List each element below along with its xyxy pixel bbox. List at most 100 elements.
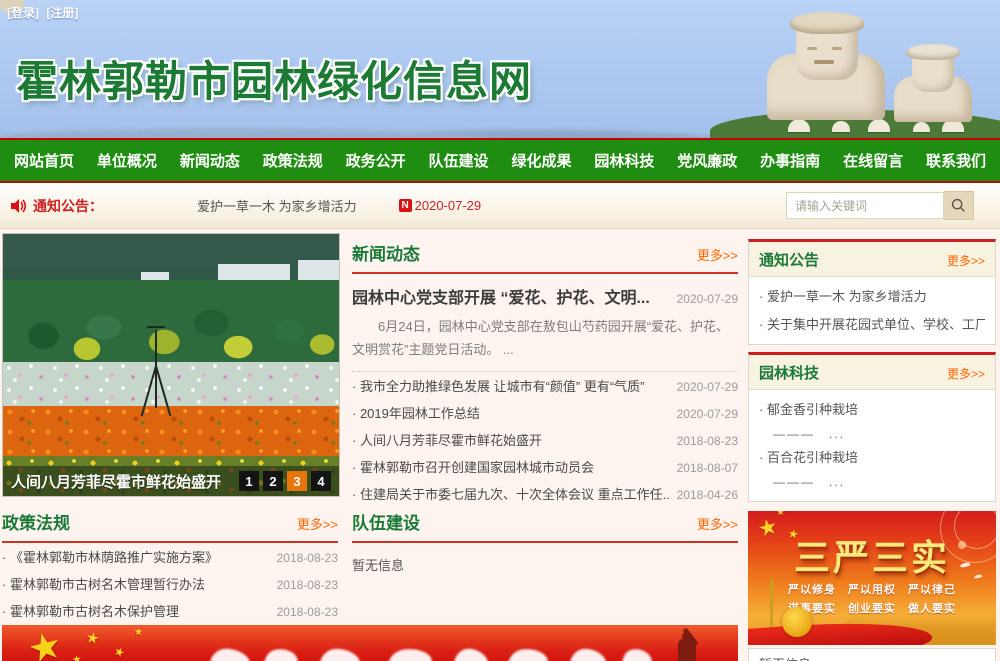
news-item-link[interactable]: 2019年园林工作总结: [352, 403, 669, 422]
topbar-links: [登录] [注册]: [7, 4, 82, 21]
carousel-art-pink-flowers: [3, 362, 339, 406]
nav-item-gov-affairs[interactable]: 政务公开: [346, 150, 406, 171]
hills-backdrop: [0, 118, 760, 138]
star-icon: [776, 511, 785, 518]
news-item-link[interactable]: 我市全力助推绿色发展 让城市有“颜值” 更有“气质”: [352, 376, 669, 395]
policy-list-item: 《霍林郭勒市林荫路推广实施方案》 2018-08-23: [2, 547, 338, 574]
news-section: 新闻动态 更多>> 园林中心党支部开展 “爱花、护花、文明... 2020-07…: [352, 240, 738, 511]
nav-item-contact[interactable]: 联系我们: [926, 150, 986, 171]
banner-title: 三严三实: [748, 529, 996, 581]
notice-box-item[interactable]: 关于集中开展花园式单位、学校、工厂...: [759, 311, 985, 339]
policy-item-date: 2018-08-23: [277, 605, 338, 619]
calligraphy-decoration: [569, 647, 607, 661]
yurt-dome: [913, 122, 930, 132]
news-item-date: 2020-07-29: [677, 380, 738, 394]
tech-box-item-sub: ——— ...: [759, 424, 985, 444]
tech-box-more-link[interactable]: 更多>>: [947, 365, 985, 382]
carousel-caption-link[interactable]: 人间八月芳菲尽霍市鲜花始盛开: [11, 471, 221, 492]
photo-carousel[interactable]: 人间八月芳菲尽霍市鲜花始盛开 1 2 3 4: [2, 233, 340, 497]
carousel-pager: 1 2 3 4: [239, 471, 331, 491]
search-button[interactable]: [944, 191, 974, 220]
bottom-right-box: 暂无信息: [748, 648, 996, 661]
policy-item-link[interactable]: 《霍林郭勒市林荫路推广实施方案》: [2, 547, 269, 566]
carousel-page-1[interactable]: 1: [239, 471, 259, 491]
page: [登录] [注册] 霍林郭勒市园林绿化信息网 网站首页 单位概况 新闻动态 政策…: [0, 0, 1000, 661]
notice-box-item[interactable]: 爱护一草一木 为家乡增活力: [759, 283, 985, 311]
nav-item-home[interactable]: 网站首页: [14, 150, 74, 171]
notice-scroll-link[interactable]: 爱护一草一木 为家乡增活力: [197, 196, 357, 215]
nav-item-about[interactable]: 单位概况: [97, 150, 157, 171]
site-title: 霍林郭勒市园林绿化信息网: [16, 48, 532, 109]
carousel-art-sprinkler: [155, 330, 157, 408]
notice-box: 通知公告 更多>> 爱护一草一木 为家乡增活力 关于集中开展花园式单位、学校、工…: [748, 239, 996, 345]
tech-box-body: 郁金香引种栽培 ——— ... 百合花引种栽培 ——— ...: [749, 390, 995, 500]
featured-article-title[interactable]: 园林中心党支部开展 “爱花、护花、文明...: [352, 284, 669, 308]
news-item-link[interactable]: 住建局关于市委七届九次、十次全体会议 重点工作任...: [352, 484, 669, 503]
team-header: 队伍建设 更多>>: [352, 509, 738, 534]
nav-item-tech[interactable]: 园林科技: [594, 150, 654, 171]
register-link[interactable]: [注册]: [46, 6, 78, 20]
calligraphy-decoration: [507, 648, 549, 661]
calligraphy-decoration: [319, 648, 361, 661]
search-input[interactable]: [786, 192, 944, 219]
news-list-item: 人间八月芳菲尽霍市鲜花始盛开 2018-08-23: [352, 430, 738, 457]
notice-box-header: 通知公告 更多>>: [749, 242, 995, 277]
divider: [352, 272, 738, 274]
nav-item-guide[interactable]: 办事指南: [760, 150, 820, 171]
tech-box-item-sub: ——— ...: [759, 472, 985, 492]
nav-item-message[interactable]: 在线留言: [843, 150, 903, 171]
site-header: [登录] [注册] 霍林郭勒市园林绿化信息网: [0, 0, 1000, 138]
login-link[interactable]: [登录]: [7, 6, 39, 20]
news-list-item: 霍林郭勒市召开创建国家园林城市动员会 2018-08-07: [352, 457, 738, 484]
divider: [2, 541, 338, 543]
team-more-link[interactable]: 更多>>: [697, 514, 738, 533]
notice-box-body: 爱护一草一木 为家乡增活力 关于集中开展花园式单位、学校、工厂...: [749, 277, 995, 347]
nav-item-greening[interactable]: 绿化成果: [511, 150, 571, 171]
nav-item-party[interactable]: 党风廉政: [677, 150, 737, 171]
statue-hat: [790, 12, 864, 34]
worker-statue-silhouette: [678, 639, 696, 661]
carousel-page-2[interactable]: 2: [263, 471, 283, 491]
carousel-art-trees: [3, 280, 339, 366]
carousel-page-4[interactable]: 4: [311, 471, 331, 491]
tech-box: 园林科技 更多>> 郁金香引种栽培 ——— ... 百合花引种栽培 ——— ..…: [748, 352, 996, 502]
nav-item-policy[interactable]: 政策法规: [263, 150, 323, 171]
notice-box-more-link[interactable]: 更多>>: [947, 252, 985, 269]
calligraphy-decoration: [452, 647, 490, 661]
sanyan-sanshi-banner[interactable]: 三严三实 严以修身 严以用权 严以律己 谋事要实 创业要实 做人要实: [748, 511, 996, 645]
featured-article-summary: 6月24日，园林中心党支部在敖包山芍药园开展“爱花、护花、文明赏花”主题党日活动…: [352, 316, 738, 362]
policy-list-item: 霍林郭勒市古树名木管理暂行办法 2018-08-23: [2, 574, 338, 601]
nav-item-news[interactable]: 新闻动态: [180, 150, 240, 171]
policy-item-link[interactable]: 霍林郭勒市古树名木保护管理: [2, 601, 269, 620]
tech-box-header: 园林科技 更多>>: [749, 355, 995, 390]
calligraphy-decoration: [387, 647, 433, 661]
news-item-link[interactable]: 霍林郭勒市召开创建国家园林城市动员会: [352, 457, 669, 476]
star-icon: [71, 652, 83, 661]
policy-item-link[interactable]: 霍林郭勒市古树名木管理暂行办法: [2, 574, 269, 593]
tech-box-item[interactable]: 百合花引种栽培: [759, 444, 985, 472]
news-item-date: 2018-04-26: [677, 488, 738, 502]
policy-header: 政策法规 更多>>: [2, 509, 338, 534]
search-icon: [951, 198, 966, 213]
policy-list-item: 霍林郭勒市古树名木保护管理 2018-08-23: [2, 601, 338, 628]
team-section: 队伍建设 更多>> 暂无信息: [352, 509, 738, 574]
bottom-right-empty-text: 暂无信息: [759, 657, 811, 661]
news-list-item: 住建局关于市委七届九次、十次全体会议 重点工作任... 2018-04-26: [352, 484, 738, 511]
new-badge-icon: N: [399, 199, 412, 212]
news-item-date: 2020-07-29: [677, 407, 738, 421]
flag-pole-decoration: [770, 579, 773, 627]
news-item-date: 2018-08-07: [677, 461, 738, 475]
carousel-page-3-active[interactable]: 3: [287, 471, 307, 491]
news-title: 新闻动态: [352, 240, 420, 265]
featured-article: 园林中心党支部开展 “爱花、护花、文明... 2020-07-29: [352, 284, 738, 308]
star-icon: [134, 627, 143, 638]
tech-box-item[interactable]: 郁金香引种栽培: [759, 396, 985, 424]
star-icon: [84, 628, 101, 648]
team-empty-text: 暂无信息: [352, 555, 738, 574]
news-more-link[interactable]: 更多>>: [697, 245, 738, 264]
yurt-dome: [832, 121, 850, 132]
notice-box-title: 通知公告: [759, 249, 819, 270]
nav-item-team[interactable]: 队伍建设: [429, 150, 489, 171]
policy-more-link[interactable]: 更多>>: [297, 514, 338, 533]
news-item-link[interactable]: 人间八月芳菲尽霍市鲜花始盛开: [352, 430, 669, 449]
